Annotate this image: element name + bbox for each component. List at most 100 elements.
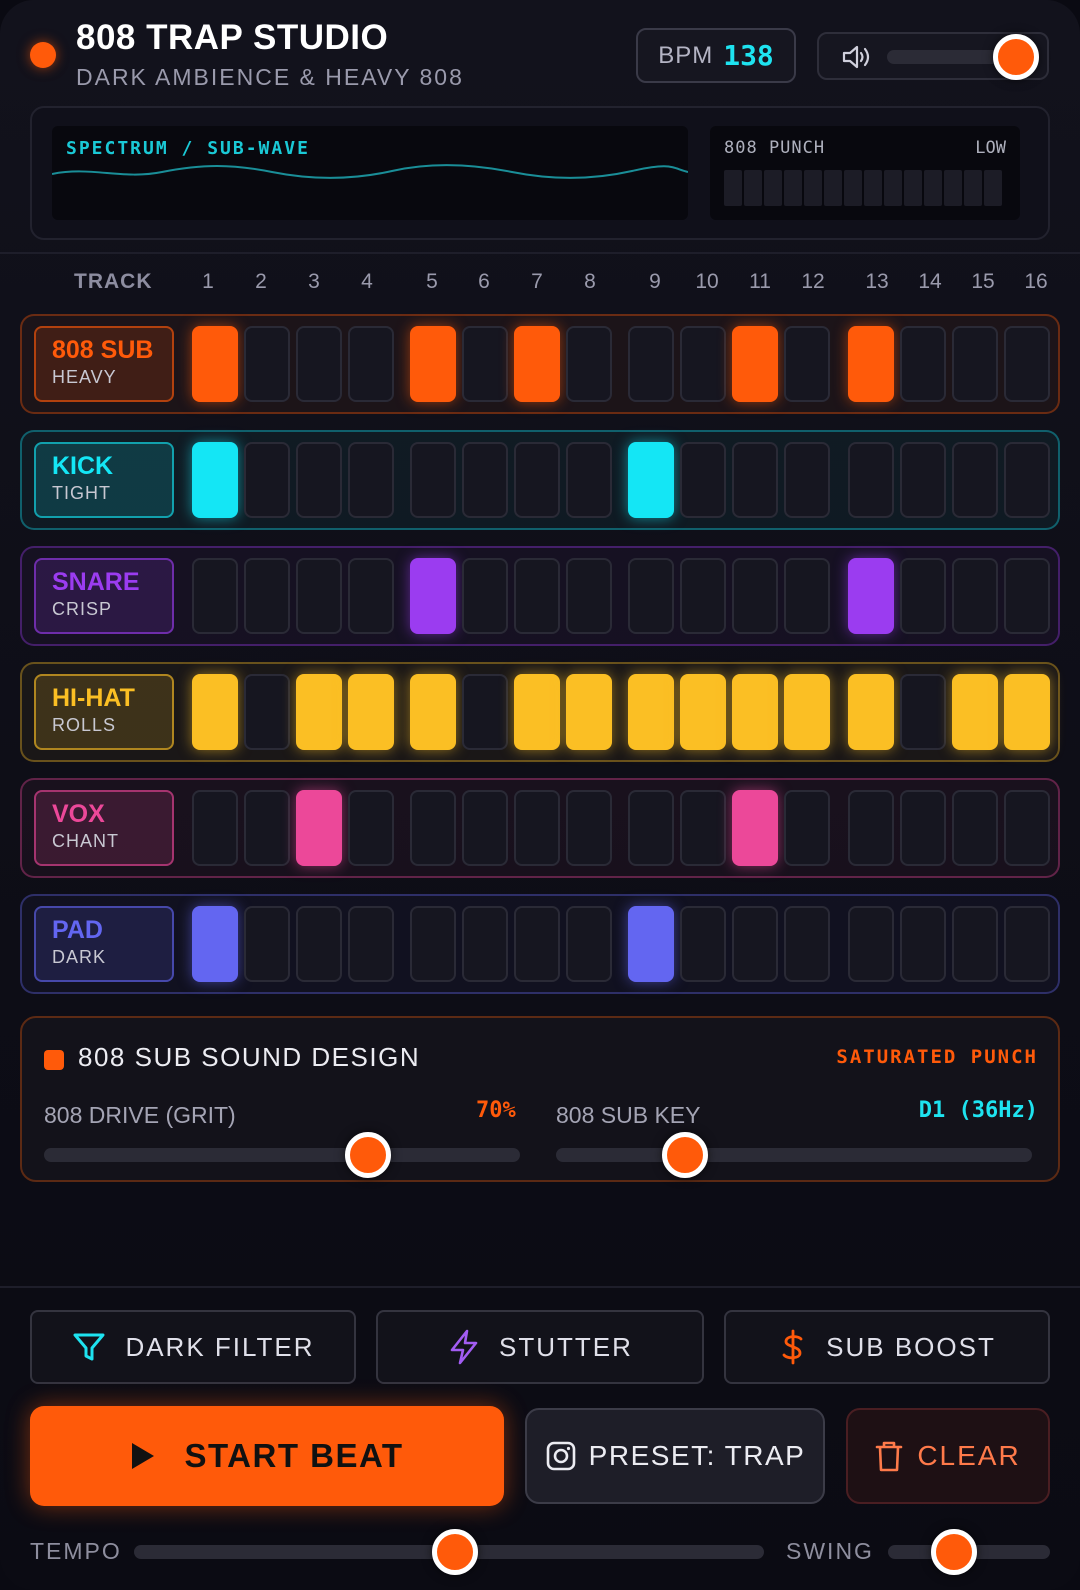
step-cell-active[interactable] (848, 674, 894, 750)
step-cell[interactable] (784, 906, 830, 982)
step-cell-active[interactable] (296, 790, 342, 866)
step-cell-active[interactable] (848, 326, 894, 402)
volume-slider-knob[interactable] (992, 34, 1039, 80)
step-cell[interactable] (1004, 326, 1050, 402)
step-cell[interactable] (462, 326, 508, 402)
step-cell-active[interactable] (628, 674, 674, 750)
clear-button[interactable]: CLEAR (846, 1408, 1050, 1504)
step-cell-active[interactable] (348, 674, 394, 750)
step-cell[interactable] (514, 442, 560, 518)
step-cell-active[interactable] (680, 674, 726, 750)
step-cell[interactable] (848, 906, 894, 982)
preset-button[interactable]: PRESET: TRAP (525, 1408, 825, 1504)
sub-boost-button[interactable]: SUB BOOST (724, 1310, 1050, 1384)
step-cell[interactable] (848, 442, 894, 518)
step-cell[interactable] (514, 790, 560, 866)
step-cell[interactable] (410, 906, 456, 982)
step-cell-active[interactable] (952, 674, 998, 750)
step-cell-active[interactable] (566, 674, 612, 750)
step-cell-active[interactable] (514, 674, 560, 750)
stutter-button[interactable]: STUTTER (376, 1310, 704, 1384)
step-cell[interactable] (732, 442, 778, 518)
step-cell[interactable] (900, 674, 946, 750)
step-cell[interactable] (296, 326, 342, 402)
step-cell[interactable] (244, 906, 290, 982)
step-cell[interactable] (952, 558, 998, 634)
step-cell-active[interactable] (192, 906, 238, 982)
step-cell[interactable] (462, 790, 508, 866)
drive-slider-knob[interactable] (344, 1132, 391, 1178)
sub-key-slider-track[interactable] (556, 1148, 1032, 1162)
step-cell[interactable] (348, 442, 394, 518)
step-cell[interactable] (952, 326, 998, 402)
step-cell[interactable] (410, 442, 456, 518)
step-cell-active[interactable] (628, 442, 674, 518)
step-cell[interactable] (244, 442, 290, 518)
step-cell[interactable] (732, 558, 778, 634)
step-cell[interactable] (348, 558, 394, 634)
step-cell-active[interactable] (732, 674, 778, 750)
step-cell[interactable] (244, 326, 290, 402)
step-cell[interactable] (566, 558, 612, 634)
step-cell-active[interactable] (192, 442, 238, 518)
step-cell[interactable] (348, 906, 394, 982)
step-cell[interactable] (900, 442, 946, 518)
step-cell-active[interactable] (410, 558, 456, 634)
step-cell[interactable] (1004, 558, 1050, 634)
start-beat-button[interactable]: START BEAT (30, 1406, 504, 1506)
swing-slider-knob[interactable] (931, 1529, 978, 1575)
step-cell-active[interactable] (848, 558, 894, 634)
step-cell[interactable] (784, 790, 830, 866)
step-cell-active[interactable] (410, 674, 456, 750)
step-cell[interactable] (784, 442, 830, 518)
step-cell[interactable] (462, 558, 508, 634)
tempo-slider-knob[interactable] (432, 1529, 479, 1575)
step-cell[interactable] (296, 558, 342, 634)
step-cell-active[interactable] (732, 790, 778, 866)
step-cell[interactable] (900, 558, 946, 634)
step-cell[interactable] (680, 326, 726, 402)
step-cell[interactable] (784, 558, 830, 634)
step-cell[interactable] (848, 790, 894, 866)
step-cell[interactable] (952, 790, 998, 866)
step-cell-active[interactable] (628, 906, 674, 982)
step-cell-active[interactable] (1004, 674, 1050, 750)
track-label-button[interactable]: KICK TIGHT (34, 442, 174, 518)
sub-key-slider-knob[interactable] (661, 1132, 708, 1178)
track-label-button[interactable]: HI-HAT ROLLS (34, 674, 174, 750)
step-cell[interactable] (462, 906, 508, 982)
step-cell[interactable] (462, 674, 508, 750)
step-cell-active[interactable] (296, 674, 342, 750)
step-cell[interactable] (410, 790, 456, 866)
step-cell[interactable] (900, 790, 946, 866)
step-cell-active[interactable] (784, 674, 830, 750)
step-cell[interactable] (628, 558, 674, 634)
step-cell[interactable] (348, 326, 394, 402)
step-cell[interactable] (462, 442, 508, 518)
step-cell-active[interactable] (514, 326, 560, 402)
step-cell[interactable] (566, 790, 612, 866)
step-cell[interactable] (296, 442, 342, 518)
step-cell[interactable] (514, 558, 560, 634)
step-cell[interactable] (628, 326, 674, 402)
bpm-display[interactable]: BPM 138 (636, 28, 796, 83)
track-label-button[interactable]: VOX CHANT (34, 790, 174, 866)
step-cell[interactable] (566, 906, 612, 982)
step-cell[interactable] (192, 558, 238, 634)
step-cell[interactable] (566, 442, 612, 518)
step-cell[interactable] (566, 326, 612, 402)
step-cell[interactable] (514, 906, 560, 982)
step-cell[interactable] (680, 790, 726, 866)
track-label-button[interactable]: PAD DARK (34, 906, 174, 982)
step-cell-active[interactable] (410, 326, 456, 402)
step-cell-active[interactable] (192, 674, 238, 750)
step-cell[interactable] (628, 790, 674, 866)
track-label-button[interactable]: SNARE CRISP (34, 558, 174, 634)
drive-slider-track[interactable] (44, 1148, 520, 1162)
step-cell[interactable] (680, 906, 726, 982)
step-cell[interactable] (192, 790, 238, 866)
step-cell[interactable] (784, 326, 830, 402)
step-cell[interactable] (680, 558, 726, 634)
step-cell[interactable] (1004, 442, 1050, 518)
step-cell[interactable] (952, 906, 998, 982)
